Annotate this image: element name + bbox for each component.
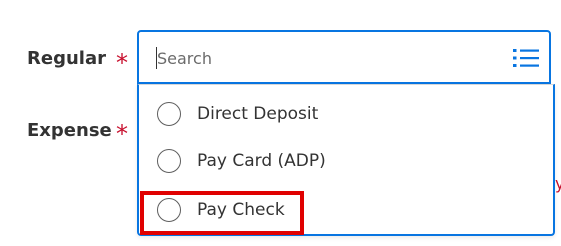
regular-label: Regular [27,48,106,69]
option-label: Direct Deposit [197,104,319,124]
regular-required-star: * [116,49,128,77]
option-pay-card-adp[interactable]: Pay Card (ADP) [157,146,326,176]
clipped-error-text-fragment: y [555,174,561,193]
radio-button-icon[interactable] [157,102,181,126]
list-icon[interactable] [513,47,539,69]
radio-button-icon[interactable] [157,149,181,173]
search-box[interactable] [137,30,551,84]
option-label: Pay Check [197,200,285,220]
text-caret [156,47,157,69]
option-direct-deposit[interactable]: Direct Deposit [157,99,318,129]
expense-required-star: * [116,120,128,148]
radio-button-icon[interactable] [157,198,181,222]
search-input[interactable] [155,45,497,71]
expense-label: Expense [27,120,112,141]
options-dropdown: Direct Deposit Pay Card (ADP) Pay Check [137,84,555,236]
option-pay-check[interactable]: Pay Check [157,195,285,225]
option-label: Pay Card (ADP) [197,151,326,171]
